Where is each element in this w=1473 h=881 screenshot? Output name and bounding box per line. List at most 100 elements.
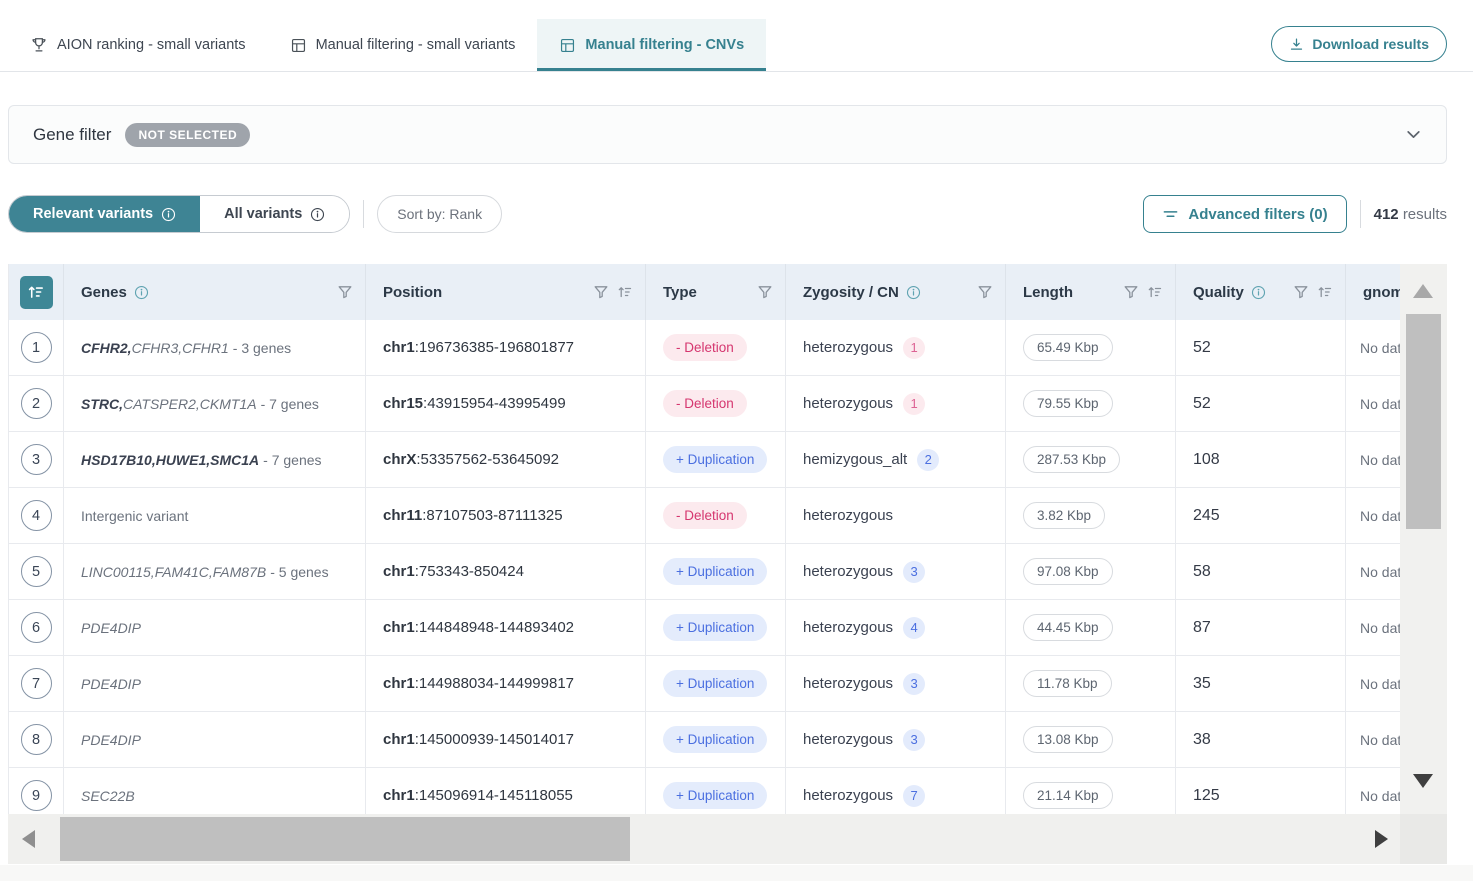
column-header-zygosity: Zygosity / CN [786, 264, 1006, 320]
table-row[interactable]: 4 Intergenic variant chr11:87107503-8711… [9, 488, 1400, 544]
sort-icon[interactable] [1317, 284, 1333, 300]
info-icon[interactable] [1251, 285, 1266, 300]
all-variants-button[interactable]: All variants [200, 196, 349, 232]
vertical-scrollbar-thumb[interactable] [1406, 314, 1441, 529]
zygosity-cell: hemizygous_alt 2 [786, 432, 1006, 488]
gnomad-cell: No data [1346, 488, 1400, 544]
type-cell: - Deletion [646, 320, 786, 376]
gene-count-suffix: - 7 genes [261, 396, 319, 412]
scroll-right-arrow-icon[interactable] [1375, 830, 1388, 848]
column-label: Genes [81, 284, 127, 301]
column-label: Zygosity / CN [803, 284, 899, 301]
download-results-button[interactable]: Download results [1271, 26, 1447, 62]
chromosome-label: chr1 [383, 619, 415, 636]
length-badge: 13.08 Kbp [1023, 726, 1113, 753]
row-rank-badge: 7 [21, 668, 52, 699]
type-cell: + Duplication [646, 432, 786, 488]
chromosome-label: chr1 [383, 563, 415, 580]
column-header-rank [9, 264, 64, 320]
scroll-up-arrow-icon[interactable] [1413, 284, 1433, 298]
table-row[interactable]: 7 PDE4DIP chr1:144988034-144999817 + Dup… [9, 656, 1400, 712]
genes-cell: Intergenic variant [64, 488, 366, 544]
gnomad-cell: No data [1346, 544, 1400, 600]
rank-cell: 1 [9, 320, 64, 376]
chevron-down-icon[interactable] [1405, 126, 1422, 143]
relevant-variants-label: Relevant variants [33, 206, 153, 222]
column-header-position: Position [366, 264, 646, 320]
relevant-variants-button[interactable]: Relevant variants [9, 196, 200, 232]
chromosome-label: chr1 [383, 339, 415, 356]
tab-label: AION ranking - small variants [57, 37, 246, 53]
sort-rank-button[interactable] [20, 276, 53, 309]
tab-manual-filtering-small-variants[interactable]: Manual filtering - small variants [268, 19, 538, 71]
sort-icon[interactable] [617, 284, 633, 300]
quality-cell: 38 [1176, 712, 1346, 768]
gene-name: PDE4DIP [81, 732, 141, 748]
table-row[interactable]: 1 CFHR2, CFHR3, CFHR1- 3 genes chr1:1967… [9, 320, 1400, 376]
position-cell: chr11:87107503-87111325 [366, 488, 646, 544]
copy-number-badge: 1 [903, 393, 925, 415]
length-cell: 65.49 Kbp [1006, 320, 1176, 376]
info-icon [161, 207, 176, 222]
zygosity-cell: heterozygous 3 [786, 656, 1006, 712]
position-cell: chr1:196736385-196801877 [366, 320, 646, 376]
sort-by-button[interactable]: Sort by: Rank [377, 195, 502, 233]
scroll-down-arrow-icon[interactable] [1413, 774, 1433, 788]
table-row[interactable]: 9 SEC22B chr1:145096914-145118055 + Dupl… [9, 768, 1400, 814]
rank-cell: 5 [9, 544, 64, 600]
quality-cell: 52 [1176, 376, 1346, 432]
length-cell: 44.45 Kbp [1006, 600, 1176, 656]
info-icon[interactable] [134, 285, 149, 300]
gene-name: SMC1A [210, 452, 259, 468]
genes-cell: PDE4DIP [64, 600, 366, 656]
type-cell: + Duplication [646, 712, 786, 768]
table-row[interactable]: 5 LINC00115, FAM41C, FAM87B- 5 genes chr… [9, 544, 1400, 600]
filter-icon[interactable] [1123, 284, 1139, 300]
advanced-filters-button[interactable]: Advanced filters (0) [1143, 195, 1346, 233]
table-row[interactable]: 8 PDE4DIP chr1:145000939-145014017 + Dup… [9, 712, 1400, 768]
table-row[interactable]: 6 PDE4DIP chr1:144848948-144893402 + Dup… [9, 600, 1400, 656]
length-badge: 21.14 Kbp [1023, 782, 1113, 809]
filter-icon[interactable] [1293, 284, 1309, 300]
column-header-length: Length [1006, 264, 1176, 320]
table-row[interactable]: 2 STRC, CATSPER2, CKMT1A- 7 genes chr15:… [9, 376, 1400, 432]
filter-icon[interactable] [337, 284, 353, 300]
chromosome-label: chr1 [383, 787, 415, 804]
rank-cell: 2 [9, 376, 64, 432]
table-body: 1 CFHR2, CFHR3, CFHR1- 3 genes chr1:1967… [9, 320, 1400, 814]
tab-aion-ranking-small-variants[interactable]: AION ranking - small variants [8, 19, 268, 71]
horizontal-scrollbar-thumb[interactable] [60, 817, 630, 861]
scroll-left-arrow-icon[interactable] [22, 830, 35, 848]
horizontal-scrollbar[interactable] [8, 814, 1400, 864]
rank-cell: 4 [9, 488, 64, 544]
gene-name: FAM87B [213, 564, 266, 580]
gene-name: Intergenic variant [81, 508, 188, 524]
length-cell: 287.53 Kbp [1006, 432, 1176, 488]
zygosity-label: heterozygous [803, 339, 893, 356]
gene-name: CFHR2, [81, 340, 132, 356]
position-range: :144848948-144893402 [415, 619, 574, 636]
length-cell: 97.08 Kbp [1006, 544, 1176, 600]
zygosity-label: heterozygous [803, 619, 893, 636]
row-rank-badge: 6 [21, 612, 52, 643]
length-badge: 11.78 Kbp [1023, 670, 1112, 697]
row-rank-badge: 5 [21, 556, 52, 587]
copy-number-badge: 7 [903, 785, 925, 807]
vertical-scrollbar[interactable] [1400, 264, 1447, 864]
tab-manual-filtering-cnvs[interactable]: Manual filtering - CNVs [537, 19, 766, 71]
genes-cell: LINC00115, FAM41C, FAM87B- 5 genes [64, 544, 366, 600]
sort-icon[interactable] [1147, 284, 1163, 300]
divider [363, 200, 364, 228]
length-badge: 287.53 Kbp [1023, 446, 1120, 473]
gene-name: PDE4DIP [81, 620, 141, 636]
table-row[interactable]: 3 HSD17B10, HUWE1, SMC1A- 7 genes chrX:5… [9, 432, 1400, 488]
gene-filter-panel[interactable]: Gene filter NOT SELECTED [8, 105, 1447, 164]
filter-icon[interactable] [593, 284, 609, 300]
position-range: :196736385-196801877 [415, 339, 574, 356]
column-label: Position [383, 284, 442, 301]
position-cell: chr1:144988034-144999817 [366, 656, 646, 712]
filter-icon[interactable] [977, 284, 993, 300]
filter-icon[interactable] [757, 284, 773, 300]
info-icon[interactable] [906, 285, 921, 300]
genes-cell: HSD17B10, HUWE1, SMC1A- 7 genes [64, 432, 366, 488]
